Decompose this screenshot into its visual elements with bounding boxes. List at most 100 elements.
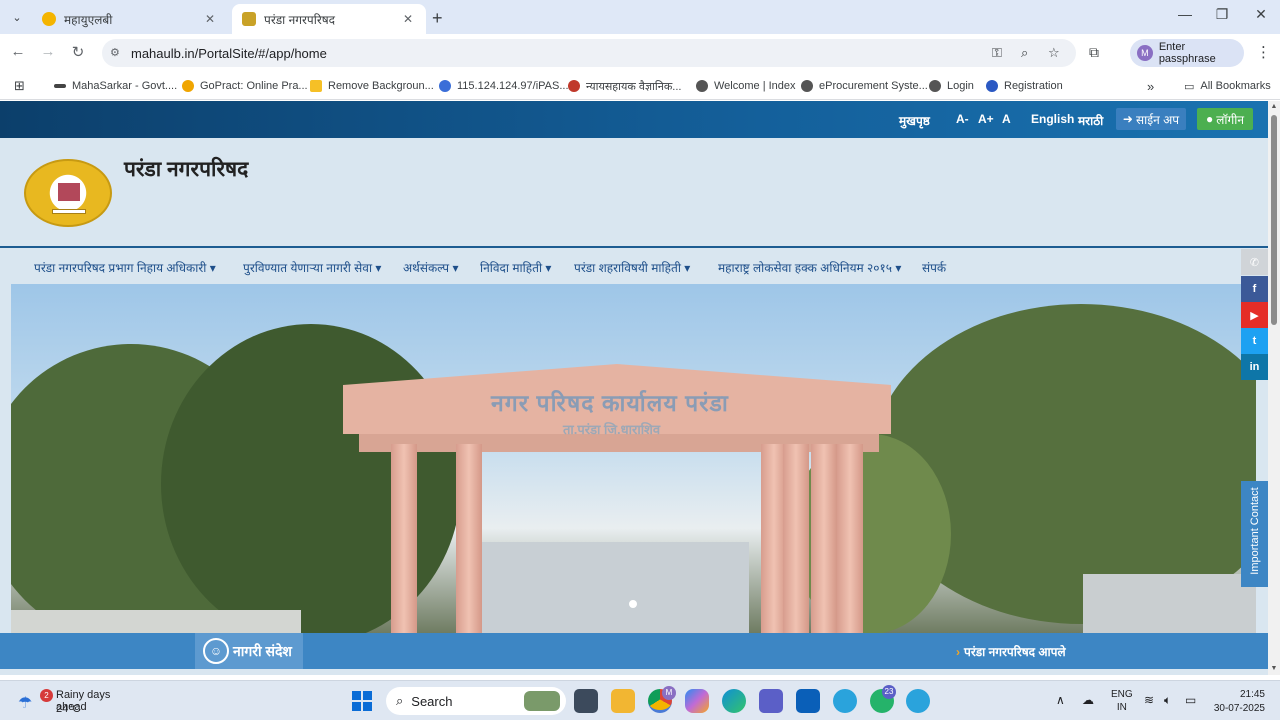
nav-budget[interactable]: अर्थसंकल्प ▾ <box>403 259 459 276</box>
hero-carousel[interactable]: नगर परिषद कार्यालय परंडा ता.परंडा जि.धार… <box>11 284 1256 633</box>
copilot-icon[interactable] <box>685 689 709 713</box>
bookmark-item[interactable]: GoPract: Online Pra... <box>182 77 308 95</box>
folder-icon: ▭ <box>1184 80 1195 93</box>
cloud-sync-icon[interactable]: ☁ <box>1082 693 1094 707</box>
close-icon[interactable]: ✕ <box>202 12 218 26</box>
chevron-up-icon[interactable]: ∧ <box>1056 693 1065 707</box>
telegram-icon[interactable] <box>833 689 857 713</box>
login-label: लॉगीन <box>1216 112 1245 127</box>
nav-city-info[interactable]: परंडा शहराविषयी माहिती ▾ <box>574 259 690 276</box>
back-arrow-icon[interactable]: ← <box>8 43 28 60</box>
carousel-indicator[interactable] <box>629 600 637 608</box>
bookmark-label: Welcome | Index <box>714 80 796 92</box>
bookmark-item[interactable]: Registration <box>986 77 1063 95</box>
nav-civic-services[interactable]: पुरविण्यात येणाऱ्या नागरी सेवा ▾ <box>243 259 381 276</box>
all-bookmarks-button[interactable]: ▭ All Bookmarks <box>1184 77 1271 95</box>
font-increase-button[interactable]: A+ <box>978 112 994 126</box>
window-close-icon[interactable]: ✕ <box>1251 6 1271 23</box>
weather-widget[interactable]: ☂ 2 Rainy days ahead 24°C <box>14 685 144 717</box>
language-english-link[interactable]: English <box>1031 112 1074 126</box>
bookmark-label: MahaSarkar - Govt.... <box>72 80 178 92</box>
address-url[interactable]: mahaulb.in/PortalSite/#/app/home <box>131 46 327 61</box>
signup-button[interactable]: ➜ साईन अप <box>1116 108 1186 130</box>
tab-title: महायुएलबी <box>64 12 113 27</box>
bookmark-label: GoPract: Online Pra... <box>200 80 308 92</box>
bookmark-item[interactable]: Login <box>929 77 974 95</box>
page-scrollbar[interactable]: ▲ ▼ <box>1268 101 1280 675</box>
reload-icon[interactable]: ↻ <box>68 43 88 61</box>
youtube-icon[interactable]: ▶ <box>1241 302 1268 328</box>
input-language[interactable]: ENG IN <box>1111 688 1133 714</box>
nav-contact[interactable]: संपर्क <box>922 259 946 276</box>
ticker-message[interactable]: › परंडा नगरपरिषद आपले <box>956 643 1066 660</box>
weather-temp: 24°C <box>56 703 81 715</box>
all-bookmarks-label: All Bookmarks <box>1200 80 1271 92</box>
nav-ward-officers[interactable]: परंडा नगरपरिषद प्रभाग निहाय अधिकारी ▾ <box>34 259 216 276</box>
facebook-icon[interactable]: f <box>1241 276 1268 302</box>
windows-taskbar: ☂ 2 Rainy days ahead 24°C ⌕ Search M 23 … <box>0 680 1280 720</box>
users-icon: ☺ <box>203 638 229 664</box>
profile-button[interactable]: M Enter passphrase <box>1130 39 1244 67</box>
tab-search-button[interactable]: ⌄ <box>6 6 28 28</box>
sign-in-icon: ➜ <box>1122 112 1133 126</box>
extensions-puzzle-icon[interactable]: ⧉ <box>1089 44 1099 61</box>
telegram-icon-2[interactable] <box>906 689 930 713</box>
address-bar[interactable]: ⚙ mahaulb.in/PortalSite/#/app/home ⚿ ⌕ ☆ <box>102 39 1076 67</box>
zoom-icon[interactable]: ⌕ <box>1021 45 1028 61</box>
task-view-icon[interactable] <box>574 689 598 713</box>
linkedin-icon[interactable]: in <box>1241 354 1268 380</box>
taskbar-search[interactable]: ⌕ Search <box>386 687 566 715</box>
new-tab-button[interactable]: + <box>432 8 443 29</box>
nav-tenders[interactable]: निविदा माहिती ▾ <box>480 259 551 276</box>
scroll-up-arrow-icon[interactable]: ▲ <box>1268 103 1280 110</box>
gate-pillar <box>391 444 417 633</box>
globe-icon <box>696 80 708 92</box>
wifi-icon[interactable]: ≋ <box>1144 693 1154 707</box>
gate-pillar <box>456 444 482 633</box>
teams-icon[interactable] <box>759 689 783 713</box>
volume-icon[interactable]: 🔈︎ <box>1164 693 1171 708</box>
apps-grid-icon[interactable]: ⊞ <box>14 77 25 95</box>
bookmark-item[interactable]: 115.124.124.97/iPAS... <box>439 77 569 95</box>
bookmark-item[interactable]: Welcome | Index <box>696 77 796 95</box>
scrollbar-thumb[interactable] <box>1271 115 1277 325</box>
scroll-down-arrow-icon[interactable]: ▼ <box>1268 665 1280 672</box>
font-reset-button[interactable]: A <box>1002 112 1011 126</box>
browser-tab-1[interactable]: महायुएलबी ✕ <box>32 4 228 34</box>
browser-tab-2[interactable]: परंडा नगरपरिषद ✕ <box>232 4 426 34</box>
file-explorer-icon[interactable] <box>611 689 635 713</box>
language-marathi-link[interactable]: मराठी <box>1078 112 1103 129</box>
maximize-icon[interactable]: ❐ <box>1212 6 1232 23</box>
bookmark-item[interactable]: न्यायसहायक वैज्ञानिक... <box>568 77 681 95</box>
battery-icon[interactable]: ▭ <box>1185 693 1196 707</box>
more-bookmarks-chevron-icon[interactable]: » <box>1147 77 1154 95</box>
minimize-icon[interactable]: — <box>1175 6 1195 22</box>
windows-start-icon[interactable] <box>352 691 372 711</box>
bookmarks-bar: ⊞ MahaSarkar - Govt.... GoPract: Online … <box>0 72 1280 100</box>
more-menu-icon[interactable]: ⋮ <box>1256 43 1271 61</box>
site-info-icon[interactable]: ⚙ <box>110 46 120 59</box>
system-clock[interactable]: 21:45 30-07-2025 <box>1207 688 1265 716</box>
font-decrease-button[interactable]: A- <box>956 112 969 126</box>
store-icon[interactable] <box>796 689 820 713</box>
phone-icon[interactable]: ✆ <box>1241 249 1268 275</box>
twitter-icon[interactable]: t <box>1241 328 1268 354</box>
ticker-badge-label: नागरी संदेश <box>233 642 292 659</box>
important-contact-tab[interactable]: Important Contact <box>1241 481 1268 587</box>
star-bookmark-icon[interactable]: ☆ <box>1048 45 1060 61</box>
password-key-icon[interactable]: ⚿ <box>992 45 1002 61</box>
bookmark-item[interactable]: Remove Backgroun... <box>310 77 434 95</box>
edge-icon[interactable] <box>722 689 746 713</box>
close-icon[interactable]: ✕ <box>400 12 416 26</box>
forward-arrow-icon[interactable]: → <box>38 43 58 60</box>
municipal-logo[interactable] <box>24 159 112 227</box>
bookmark-item[interactable]: eProcurement Syste... <box>801 77 928 95</box>
globe-icon <box>801 80 813 92</box>
bookmark-item[interactable]: MahaSarkar - Govt.... <box>54 77 177 95</box>
bookmark-favicon-icon <box>568 80 580 92</box>
profile-label: Enter passphrase <box>1158 41 1216 65</box>
nav-public-service-act[interactable]: महाराष्ट्र लोकसेवा हक्क अधिनियम २०१५ ▾ <box>718 259 901 276</box>
login-button[interactable]: ● लॉगीन <box>1197 108 1253 130</box>
clock-time: 21:45 <box>1239 689 1265 700</box>
home-link[interactable]: मुखपृष्ठ <box>899 112 930 129</box>
